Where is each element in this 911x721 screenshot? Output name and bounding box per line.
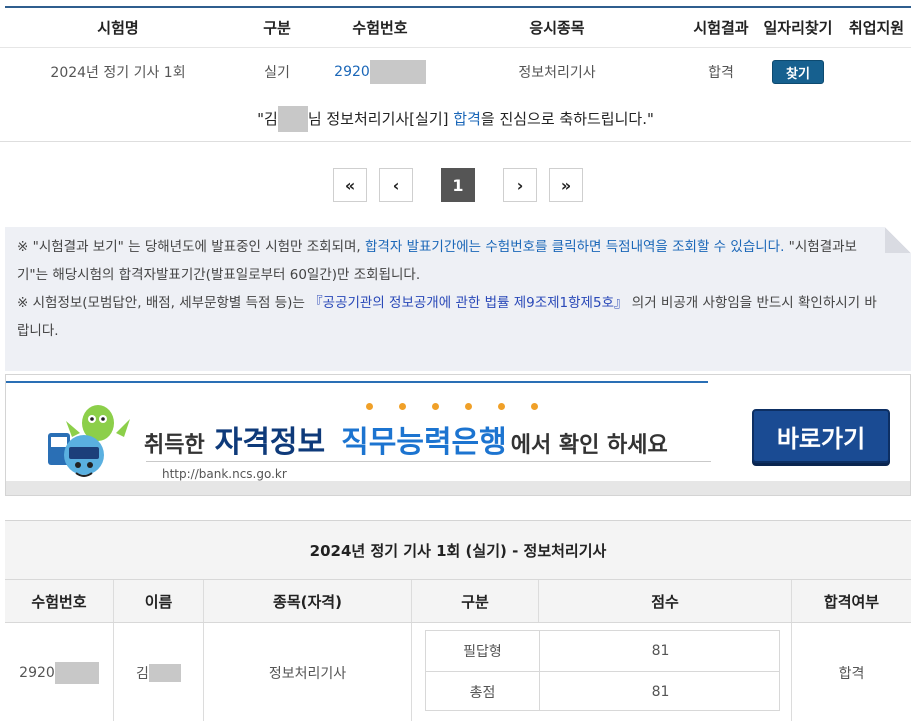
detail-name-prefix: 김 [136,665,149,682]
detail-exam-number-prefix: 2920 [19,664,55,681]
current-page-button[interactable]: 1 [441,168,475,202]
page-fold-corner [885,227,911,253]
banner-bottom-band [6,481,910,495]
congrats-end: 을 진심으로 축하드립니다." [480,110,654,128]
header-exam-number: 수험번호 [352,19,408,37]
notice-1-text-a: "시험결과 보기" 는 당해년도에 발표중인 시험만 조회되며, [28,239,366,255]
notice-1-mark: ※ [17,239,29,255]
last-page-button[interactable]: » [549,168,583,202]
notice-1-link-text: 합격자 발표기간에는 수험번호를 클릭하면 득점내역을 조회할 수 있습니다. [365,239,785,255]
score-row: 필답형 81 [426,631,779,671]
dot [498,403,505,410]
header-item: 응시종목 [529,19,585,37]
notice-box: ※ "시험결과 보기" 는 당해년도에 발표중인 시험만 조회되며, 합격자 발… [5,227,911,371]
detail-header-exam-number: 수험번호 [5,580,114,622]
score-label: 필답형 [426,631,540,671]
banner-divider [146,461,711,462]
notice-2: ※ 시험정보(모범답안, 배점, 세부문항별 득점 등)는 『공공기관의 정보공… [17,289,885,345]
exam-number-link[interactable]: 2920 [322,49,438,95]
congratulations-message: " 김 님 정보처리기사[실기] 합격 을 진심으로 축하드립니다." [0,96,911,142]
redacted-exam-number [369,60,426,84]
score-detail-table: 2024년 정기 기사 1회 (실기) - 정보처리기사 수험번호 이름 종목(… [5,520,911,721]
detail-header-item: 종목(자격) [204,580,412,622]
results-data-row: 2024년 정기 기사 1회 실기 2920 정보처리기사 합격 찾기 [0,49,911,95]
detail-header-row: 수험번호 이름 종목(자격) 구분 점수 합격여부 [5,580,911,623]
detail-name: 김 [114,623,204,721]
detail-item: 정보처리기사 [204,623,412,721]
header-result: 시험결과 [693,19,749,37]
congrats-name-prefix: 김 [264,110,278,128]
employment-support-cell [842,49,911,95]
pagination: « ‹ 1 › » [0,168,911,202]
dot [432,403,439,410]
dot [465,403,472,410]
prev-page-button[interactable]: ‹ [379,168,413,202]
job-find-button[interactable]: 찾기 [772,60,824,84]
go-button[interactable]: 바로가기 [752,409,890,463]
detail-header-pass: 합격여부 [823,592,880,611]
header-type: 구분 [263,19,291,37]
banner-url: http://bank.ncs.go.kr [162,467,287,481]
mascot-illustration [48,405,130,477]
header-exam-name: 시험명 [97,19,139,37]
congrats-middle: 님 정보처리기사[실기] [307,110,454,128]
detail-exam-number: 2920 [5,623,114,721]
score-value: 81 [651,643,670,659]
detail-pass: 합격 [838,665,865,682]
score-row: 총점 81 [426,671,779,711]
exam-type: 실기 [264,65,290,81]
exam-number-prefix[interactable]: 2920 [334,64,370,80]
dot [399,403,406,410]
detail-title: 2024년 정기 기사 1회 (실기) - 정보처리기사 [5,521,911,580]
job-search-cell: 찾기 [758,49,838,95]
banner-text-4: 에서 확인 하세요 [510,433,668,458]
congrats-quote-open: " [257,109,264,128]
first-page-button[interactable]: « [333,168,367,202]
detail-header-score: 점수 [539,580,792,622]
redacted-name [277,105,308,132]
notice-2-law: 『공공기관의 정보공개에 관한 법률 제9조제1항제5호』 [309,295,628,311]
notice-2-text-a: 시험정보(모범답안, 배점, 세부문항별 득점 등)는 [28,295,310,311]
score-label: 총점 [426,672,540,711]
exam-item: 정보처리기사 [518,65,596,81]
redacted-exam-number [54,661,99,684]
ncs-bank-banner[interactable]: 취득한 자격정보 직무능력은행 에서 확인 하세요 http://bank.nc… [5,374,911,496]
banner-headline: 취득한 자격정보 직무능력은행 에서 확인 하세요 [144,417,668,461]
header-employment-support: 취업지원 [848,19,905,37]
exam-result: 합격 [708,65,734,81]
detail-header-type: 구분 [412,580,539,622]
congrats-highlight: 합격 [453,110,481,128]
exam-name: 2024년 정기 기사 1회 [50,65,186,81]
score-value: 81 [651,683,670,700]
header-job-search: 일자리찾기 [763,19,833,37]
redacted-name [148,663,181,682]
banner-text-3: 직무능력은행 [341,425,507,460]
banner-text-2: 자격정보 [214,425,326,460]
banner-text-1: 취득한 [144,433,205,458]
dot [531,403,538,410]
detail-body-row: 2920 김 정보처리기사 합격 필답형 81 총점 81 [5,623,911,721]
banner-top-line [6,381,708,383]
results-header-row: 시험명 구분 수험번호 응시종목 시험결과 일자리찾기 취업지원 [0,8,911,48]
detail-header-name: 이름 [114,580,204,622]
next-page-button[interactable]: › [503,168,537,202]
score-breakdown: 필답형 81 총점 81 [425,630,780,711]
notice-2-mark: ※ [17,295,29,311]
dot [366,403,373,410]
notice-1: ※ "시험결과 보기" 는 당해년도에 발표중인 시험만 조회되며, 합격자 발… [17,233,885,289]
